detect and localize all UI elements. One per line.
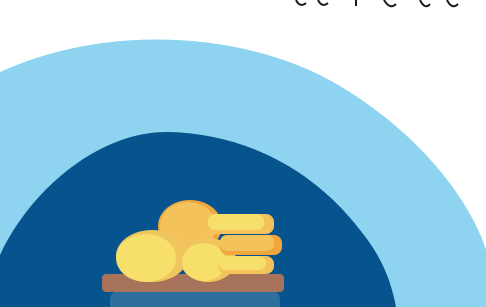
stack-coin-top-face (208, 214, 264, 230)
jar (102, 274, 284, 307)
stack-coin-middle-face (220, 235, 274, 251)
coin-jar-illustration (0, 0, 486, 307)
coin-left-face (116, 234, 176, 282)
illustration-canvas (0, 0, 486, 307)
jar-body (110, 290, 280, 307)
cropped-text-fragment (295, 0, 459, 8)
stack-coin-bottom-face (218, 256, 266, 270)
